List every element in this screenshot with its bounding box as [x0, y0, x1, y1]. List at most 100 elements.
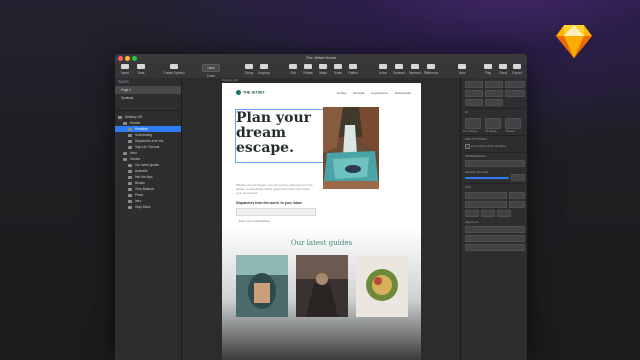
guide-card-image[interactable] — [236, 255, 288, 317]
opacity-field[interactable] — [511, 174, 525, 181]
layer-label: Sign Up / Normal — [135, 145, 160, 149]
guide-card-image[interactable] — [356, 255, 408, 317]
font-size-field[interactable] — [509, 201, 525, 208]
subheading[interactable]: Whether it’s a fun break or an epic jour… — [236, 183, 316, 195]
layer-list-panel: PAGES Page 1 Symbols Desktop HD Header Hea… — [115, 78, 182, 360]
divider — [461, 108, 527, 109]
layer-item[interactable]: Gray Block — [115, 204, 181, 210]
y-field[interactable] — [485, 81, 503, 88]
resize-label: Resize — [506, 129, 516, 133]
layer-label: Desktop HD — [125, 115, 143, 119]
style-picker[interactable] — [465, 160, 525, 167]
ungroup-button[interactable]: Ungroup — [254, 64, 274, 75]
difference-button[interactable]: Difference — [421, 64, 441, 75]
hero-photo[interactable] — [323, 107, 379, 189]
create-symbol-button[interactable]: Create Symbol — [161, 64, 187, 75]
font-color-field[interactable] — [509, 192, 525, 199]
rotation-field[interactable] — [465, 99, 483, 106]
nav-link[interactable]: Retreats — [353, 91, 364, 95]
fix-position-checkbox[interactable] — [465, 144, 470, 149]
layer-icon — [128, 133, 132, 137]
height-field[interactable] — [485, 90, 503, 97]
artboard-label[interactable]: Desktop HD — [222, 78, 238, 82]
resizing-label: ⊞ — [465, 110, 468, 114]
fix-position-label: Fix position when scrolling — [471, 144, 507, 148]
view-icon — [458, 64, 466, 69]
layer-label: Header — [130, 121, 141, 125]
canvas[interactable]: Desktop HD THE JETSET Guides Retreats Ex… — [182, 78, 459, 360]
flatten-icon — [349, 64, 357, 69]
subtract-icon — [395, 64, 403, 69]
headline[interactable]: Plan your dream escape. — [236, 111, 326, 156]
font-weight-field[interactable] — [465, 201, 507, 208]
brand-logo-icon — [236, 90, 241, 95]
layer-icon — [128, 139, 132, 143]
nav-links: Guides Retreats Experiences Restaurants — [331, 91, 411, 95]
intersect-icon — [411, 64, 419, 69]
layer-label: Australia — [135, 169, 148, 173]
width-field[interactable] — [465, 90, 483, 97]
align-field[interactable] — [505, 81, 525, 88]
pages-header: PAGES — [118, 80, 129, 84]
layer-label: Gray Block — [135, 205, 151, 209]
page-item[interactable]: Symbols — [115, 94, 181, 102]
artboard-icon — [118, 115, 122, 119]
guide-card-image[interactable] — [296, 255, 348, 317]
zoom-control[interactable]: 100% Zoom — [201, 64, 221, 78]
paragraph-field[interactable] — [497, 210, 511, 217]
artboard[interactable]: THE JETSET Guides Retreats Experiences R… — [222, 83, 421, 360]
layer-label: Intro — [135, 199, 142, 203]
scale-icon — [334, 64, 342, 69]
data-icon — [137, 64, 145, 69]
layer-label: Dispatches from the — [135, 139, 164, 143]
dispatch-heading[interactable]: Dispatches from the world, to your inbox — [236, 201, 302, 205]
nav-link[interactable]: Restaurants — [395, 91, 411, 95]
layer-icon — [128, 187, 132, 191]
nav-link[interactable]: Experiences — [371, 91, 388, 95]
cloud-icon — [499, 64, 507, 69]
divider — [115, 110, 181, 111]
text-alignment-buttons[interactable] — [465, 226, 525, 233]
nav-link[interactable]: Guides — [337, 91, 347, 95]
flip-field[interactable] — [485, 99, 503, 106]
opacity-slider[interactable] — [465, 177, 509, 179]
toolbar: Insert Data Create Symbol 100% Zoom Group… — [115, 63, 527, 79]
layer-label: Hero — [130, 151, 137, 155]
union-icon — [379, 64, 387, 69]
resize-option-resize[interactable] — [505, 118, 521, 129]
guides-title[interactable]: Our latest guides — [222, 239, 421, 247]
layer-icon — [128, 205, 132, 209]
symbol-icon — [170, 64, 178, 69]
email-input[interactable] — [237, 218, 319, 224]
prototyping-header: PROTOTYPING — [465, 137, 487, 141]
layer-tree: Desktop HD Header Headline Subheading Dispat… — [115, 114, 181, 210]
export-icon — [513, 64, 521, 69]
text-options-field[interactable] — [465, 244, 525, 251]
font-family-field[interactable] — [465, 192, 507, 199]
text-behavior-buttons[interactable] — [465, 235, 525, 242]
lock-ratio-field[interactable] — [505, 90, 525, 97]
resize-option-fit-edge[interactable] — [465, 118, 481, 129]
data-button[interactable]: Data — [131, 64, 151, 75]
view-button[interactable]: View — [452, 64, 472, 75]
signup-email-field[interactable] — [236, 208, 319, 224]
title-bar: The Jetset Home — [115, 54, 527, 63]
zoom-field[interactable]: 100% — [202, 64, 220, 72]
resize-option-fit-mode[interactable] — [485, 118, 501, 129]
layer-icon — [123, 121, 127, 125]
char-spacing-field[interactable] — [465, 210, 479, 217]
export-button[interactable]: Export — [507, 64, 527, 75]
layer-icon — [128, 145, 132, 149]
resize-label: Fit Mode — [485, 129, 497, 133]
window-title: The Jetset Home — [305, 55, 337, 60]
brand[interactable]: THE JETSET — [236, 90, 265, 95]
sketch-window: The Jetset Home Insert Data Create Symbo… — [115, 54, 527, 360]
line-height-field[interactable] — [481, 210, 495, 217]
flatten-button[interactable]: Flatten — [343, 64, 363, 75]
x-field[interactable] — [465, 81, 483, 88]
page-item[interactable]: Page 1 — [115, 86, 181, 94]
difference-icon — [427, 64, 435, 69]
text-header: Text — [465, 185, 471, 189]
layer-icon — [128, 127, 132, 131]
layer-label: Headline — [135, 127, 148, 131]
